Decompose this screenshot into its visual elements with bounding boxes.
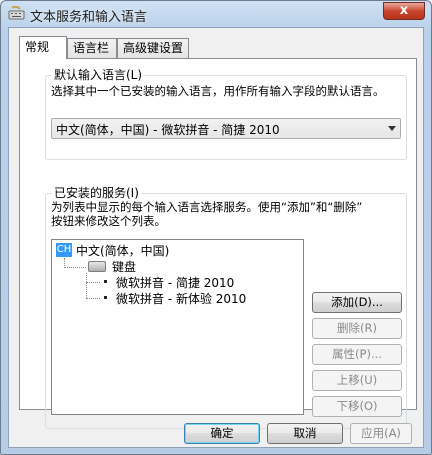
tree-language-node[interactable]: 中文(简体，中国) [76,242,169,259]
tree-connector [86,282,100,283]
remove-button[interactable]: 删除(R) [312,318,402,339]
language-badge: CH [56,243,72,257]
add-button[interactable]: 添加(D)... [312,292,402,313]
tree-connector [64,267,86,268]
close-icon: x [399,3,409,18]
default-language-description: 选择其中一个已安装的输入语言，用作所有输入字段的默认语言。 [51,84,385,98]
tab-panel-general: 默认输入语言(L) 选择其中一个已安装的输入语言，用作所有输入字段的默认语言。 … [19,58,417,429]
tab-language-bar[interactable]: 语言栏 [67,38,117,58]
tab-advanced-key-settings[interactable]: 高级键设置 [117,38,189,58]
list-bullet [104,280,107,283]
ok-button[interactable]: 确定 [184,423,260,444]
installed-services-description-line1: 为列表中显示的每个输入语言选择服务。使用“添加”和“删除” [51,200,363,214]
tree-service-item[interactable]: 微软拼音 - 新体验 2010 [116,290,246,307]
tree-service-item[interactable]: 微软拼音 - 简捷 2010 [116,274,234,291]
tree-connector [86,298,100,299]
installed-services-label: 已安装的服务(I) [52,186,141,200]
title-bar[interactable]: 文本服务和输入语言 x [1,1,431,27]
properties-button[interactable]: 属性(P)... [312,344,402,365]
close-button[interactable]: x [383,2,425,20]
cancel-button[interactable]: 取消 [267,423,343,444]
dialog-window: 文本服务和输入语言 x 常规 语言栏 高级键设置 默认输入语言(L) 选择其中一… [0,0,432,455]
tab-general[interactable]: 常规 [19,36,67,59]
installed-services-group: 已安装的服务(I) 为列表中显示的每个输入语言选择服务。使用“添加”和“删除” … [45,186,407,429]
move-up-button[interactable]: 上移(U) [312,370,402,391]
default-language-selected: 中文(简体，中国) - 微软拼音 - 简捷 2010 [56,123,280,137]
services-tree[interactable]: CH 中文(简体，中国) 键盘 微软拼音 - 简捷 2010 微软拼音 - 新体… [51,239,304,415]
apply-button[interactable]: 应用(A) [350,423,412,444]
keyboard-app-icon [8,6,25,20]
default-language-group: 默认输入语言(L) 选择其中一个已安装的输入语言，用作所有输入字段的默认语言。 … [45,68,407,160]
keyboard-icon [88,261,106,272]
default-language-label: 默认输入语言(L) [52,68,145,82]
window-title: 文本服务和输入语言 [30,10,148,25]
tree-connector [86,273,87,298]
default-language-dropdown[interactable]: 中文(简体，中国) - 微软拼音 - 简捷 2010 [51,118,401,139]
chevron-down-icon [388,126,396,131]
installed-services-description-line2: 按钮来修改这个列表。 [51,214,166,228]
move-down-button[interactable]: 下移(O) [312,396,402,417]
dialog-client: 常规 语言栏 高级键设置 默认输入语言(L) 选择其中一个已安装的输入语言，用作… [8,27,424,448]
list-bullet [104,296,107,299]
tree-keyboard-node[interactable]: 键盘 [112,258,136,275]
